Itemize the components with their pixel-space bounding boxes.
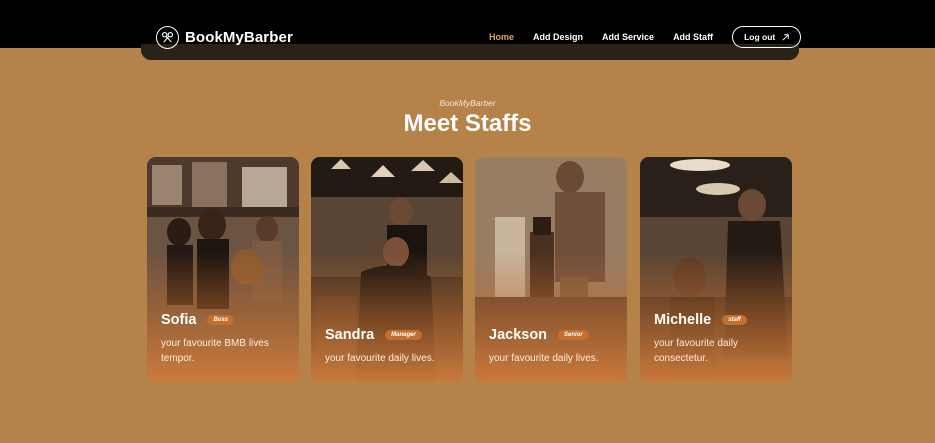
nav-link-add-service[interactable]: Add Service — [602, 32, 654, 42]
name-row: Michelle staff — [654, 312, 782, 328]
staff-description: your favourite BMB lives tempor. — [161, 338, 269, 364]
logout-label: Log out — [744, 32, 776, 42]
staff-name: Jackson — [489, 327, 548, 343]
role-badge: Senior — [558, 330, 589, 340]
staff-description: your favourite daily lives. — [489, 353, 599, 364]
card-body: Jackson Senior your favourite daily live… — [489, 327, 617, 366]
name-row: Jackson Senior — [489, 327, 617, 343]
staff-name: Michelle — [654, 312, 712, 328]
role-badge: Manager — [385, 330, 422, 340]
card-body: Sandra Manager your favourite daily live… — [325, 327, 453, 366]
name-row: Sandra Manager — [325, 327, 453, 343]
brand-logo-link[interactable]: BookMyBarber — [156, 25, 293, 49]
main-nav: Home Add Design Add Service Add Staff Lo… — [489, 26, 802, 48]
logout-button[interactable]: Log out — [732, 26, 802, 48]
staff-card-jackson[interactable]: Jackson Senior your favourite daily live… — [475, 157, 627, 382]
role-badge: Boss — [207, 315, 235, 325]
staff-card-sandra[interactable]: Sandra Manager your favourite daily live… — [311, 157, 463, 382]
arrow-up-right-icon — [782, 33, 789, 41]
name-row: Sofia Boss — [161, 312, 289, 328]
nav-link-home[interactable]: Home — [489, 32, 514, 42]
staff-description: your favourite daily consectetur. — [654, 338, 738, 364]
staff-card-michelle[interactable]: Michelle staff your favourite daily cons… — [640, 157, 792, 382]
scissors-comb-icon — [156, 25, 179, 49]
role-badge: staff — [722, 315, 747, 325]
staff-card-sofia[interactable]: Sofia Boss your favourite BMB lives temp… — [147, 157, 299, 382]
nav-link-add-design[interactable]: Add Design — [533, 32, 583, 42]
section-title: Meet Staffs — [403, 110, 532, 137]
nav-link-add-staff[interactable]: Add Staff — [673, 32, 713, 42]
staff-description: your favourite daily lives. — [325, 353, 435, 364]
card-body: Sofia Boss your favourite BMB lives temp… — [161, 312, 289, 366]
staff-name: Sofia — [161, 312, 197, 328]
section-eyebrow: BookMyBarber — [439, 98, 496, 108]
brand-name: BookMyBarber — [185, 28, 293, 46]
card-body: Michelle staff your favourite daily cons… — [654, 312, 782, 366]
staff-name: Sandra — [325, 327, 375, 343]
